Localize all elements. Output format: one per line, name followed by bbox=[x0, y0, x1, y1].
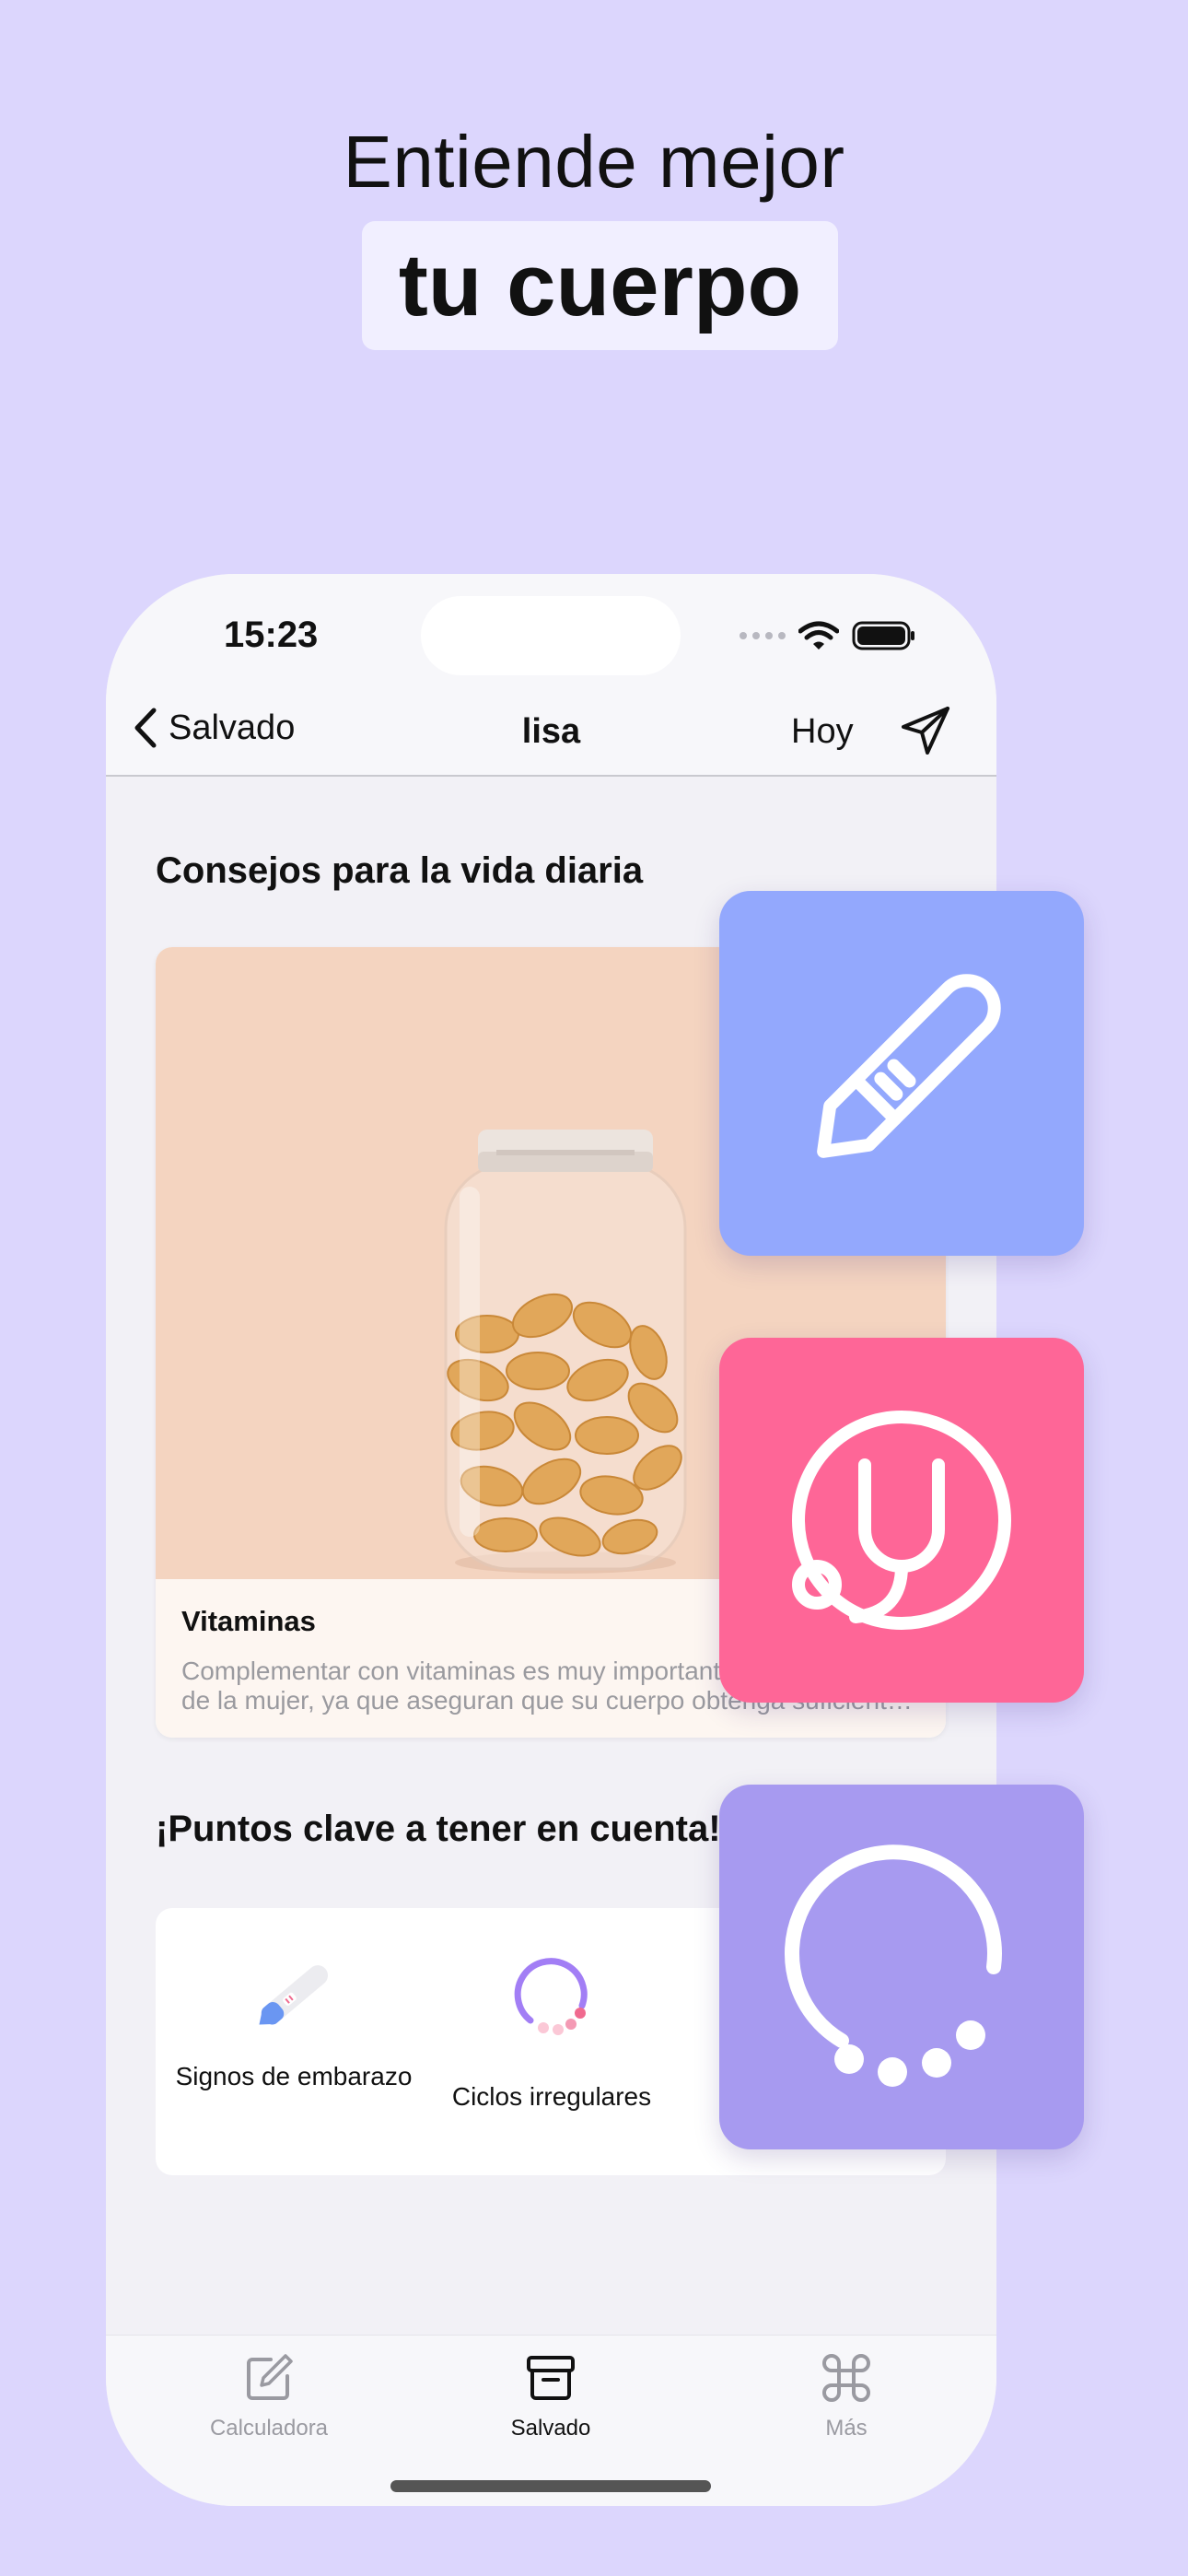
tab-bar: Calculadora Salvado Más bbox=[106, 2335, 996, 2506]
archive-icon bbox=[527, 2356, 575, 2400]
edit-icon bbox=[247, 2354, 293, 2400]
key-point-irregular-cycles[interactable]: Ciclos irregulares bbox=[413, 1945, 690, 2112]
cycle-icon bbox=[514, 1958, 588, 2035]
tile-pregnancy-test bbox=[719, 891, 1084, 1256]
tab-salvado[interactable]: Salvado bbox=[440, 2352, 661, 2441]
promo-headline-line2: tu cuerpo bbox=[398, 236, 802, 334]
promo-headline-highlight: tu cuerpo bbox=[362, 221, 838, 350]
signal-dots-icon bbox=[740, 632, 786, 639]
battery-icon bbox=[852, 621, 914, 650]
key-point-label: Ciclos irregulares bbox=[451, 2082, 652, 2111]
nav-title: lisa bbox=[521, 712, 581, 751]
navigation-bar: Salvado lisa Hoy bbox=[106, 685, 996, 777]
tile-cycle bbox=[719, 1785, 1084, 2149]
key-point-label: Signos de embarazo bbox=[175, 2062, 413, 2090]
send-icon[interactable] bbox=[900, 705, 951, 756]
key-points-section-title: ¡Puntos clave a tener en cuenta! bbox=[156, 1809, 721, 1849]
pregnancy-test-icon bbox=[817, 974, 1001, 1158]
tab-label: Calculadora bbox=[209, 2416, 329, 2441]
tab-label: Más bbox=[825, 2416, 868, 2441]
tab-label: Salvado bbox=[510, 2416, 591, 2441]
today-button[interactable]: Hoy bbox=[791, 712, 854, 752]
tab-calculadora[interactable]: Calculadora bbox=[158, 2352, 379, 2441]
status-icons bbox=[740, 620, 916, 651]
promo-headline-line1: Entiende mejor bbox=[343, 121, 845, 203]
status-time: 15:23 bbox=[224, 615, 319, 655]
tile-stethoscope bbox=[719, 1338, 1084, 1703]
stethoscope-icon bbox=[792, 1411, 1011, 1630]
key-point-pregnancy-signs[interactable]: Signos de embarazo bbox=[156, 1945, 432, 2091]
command-icon bbox=[822, 2354, 870, 2402]
tab-mas[interactable]: Más bbox=[736, 2352, 957, 2441]
dynamic-island bbox=[421, 596, 681, 675]
tips-section-title: Consejos para la vida diaria bbox=[156, 850, 644, 891]
cycle-icon bbox=[785, 1844, 1002, 2087]
pregnancy-test-icon bbox=[259, 1965, 329, 2025]
tip-title: Vitaminas bbox=[181, 1605, 316, 1637]
status-bar: 15:23 bbox=[106, 574, 996, 685]
home-indicator bbox=[390, 2480, 711, 2492]
wifi-icon bbox=[798, 621, 839, 650]
